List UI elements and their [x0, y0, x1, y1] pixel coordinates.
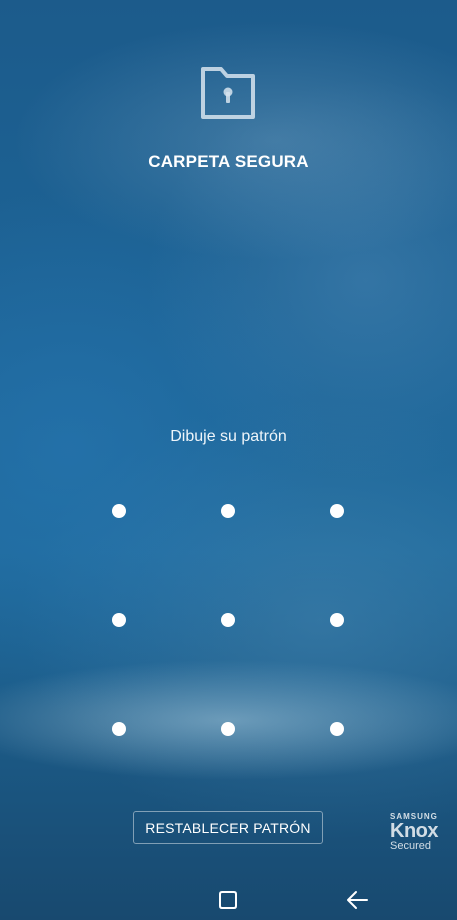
- pattern-dot-6[interactable]: [330, 613, 344, 627]
- pattern-grid[interactable]: [0, 0, 457, 920]
- pattern-dot-3[interactable]: [330, 504, 344, 518]
- back-arrow-icon[interactable]: [345, 890, 369, 910]
- recents-icon[interactable]: [218, 890, 238, 910]
- pattern-dot-2[interactable]: [221, 504, 235, 518]
- pattern-dot-1[interactable]: [112, 504, 126, 518]
- knox-subtitle: Secured: [390, 840, 431, 852]
- knox-secured-badge: SAMSUNG Knox Secured: [390, 812, 450, 852]
- pattern-dot-4[interactable]: [112, 613, 126, 627]
- knox-name: Knox: [390, 820, 439, 842]
- pattern-dot-8[interactable]: [221, 722, 235, 736]
- pattern-dot-9[interactable]: [330, 722, 344, 736]
- pattern-dot-7[interactable]: [112, 722, 126, 736]
- reset-pattern-button[interactable]: RESTABLECER PATRÓN: [133, 811, 323, 844]
- navigation-bar: [0, 880, 457, 920]
- pattern-dot-5[interactable]: [221, 613, 235, 627]
